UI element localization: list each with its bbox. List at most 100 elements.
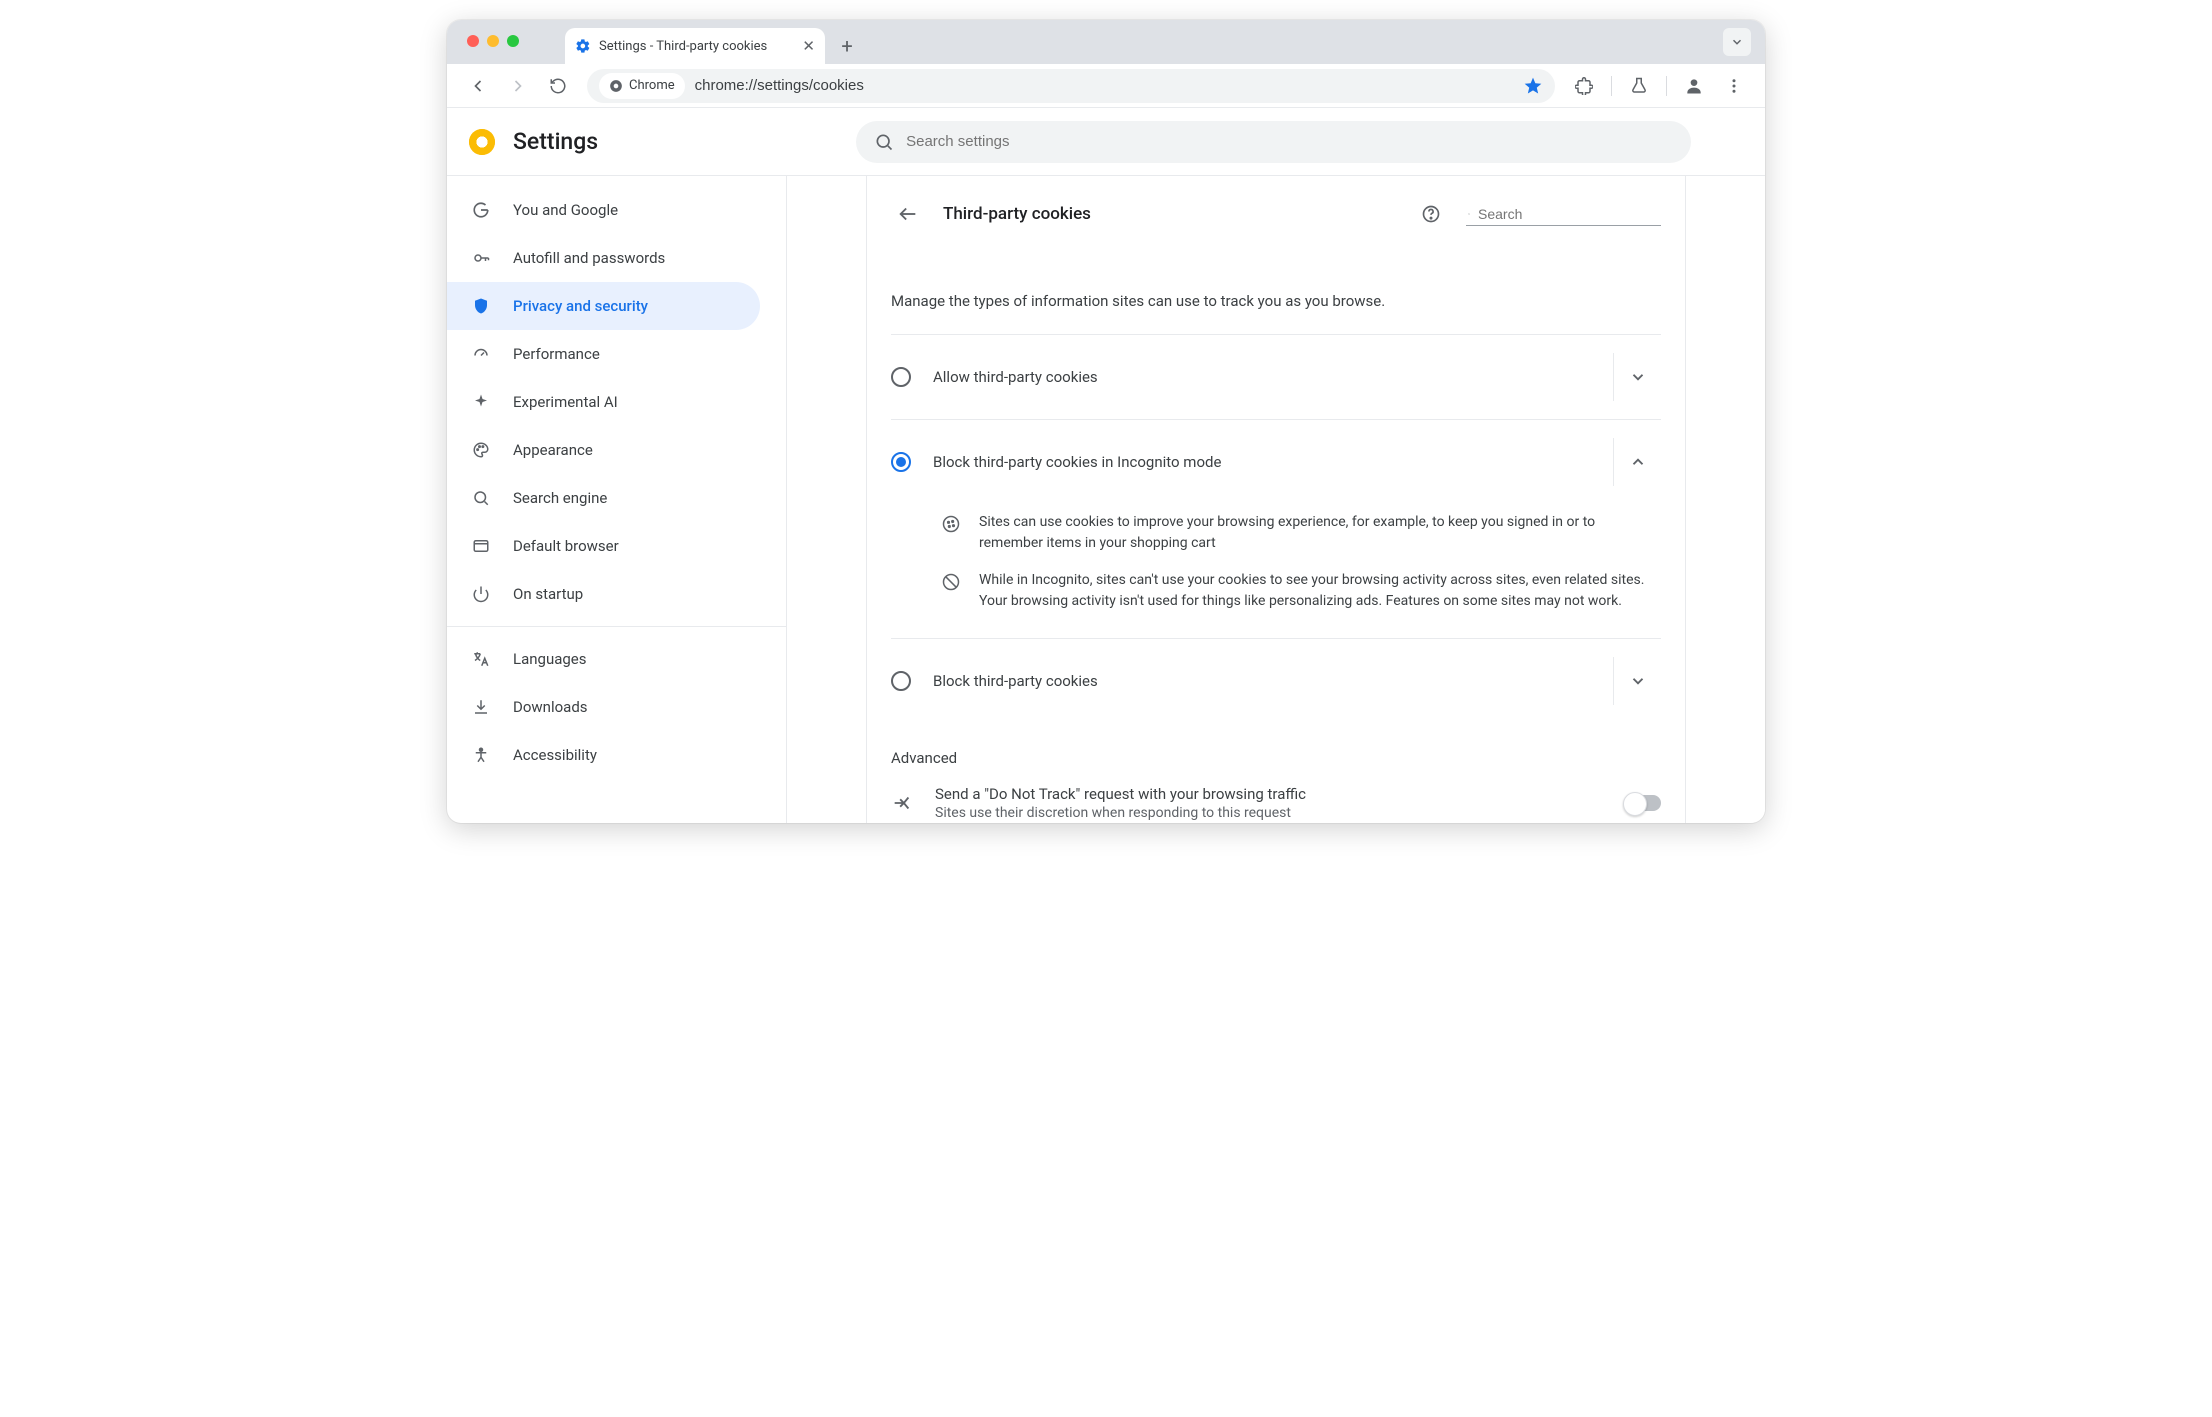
sidebar-item-label: Appearance <box>513 441 593 459</box>
option-allow-third-party[interactable]: Allow third-party cookies <box>891 335 1661 420</box>
sidebar-item-appearance[interactable]: Appearance <box>447 426 760 474</box>
expand-button[interactable] <box>1613 353 1661 401</box>
settings-gear-icon <box>575 38 591 54</box>
titlebar: Settings - Third-party cookies ✕ + <box>447 20 1765 64</box>
do-not-track-row[interactable]: Send a "Do Not Track" request with your … <box>891 767 1661 823</box>
power-icon <box>471 585 491 603</box>
help-button[interactable] <box>1414 197 1448 231</box>
bookmark-star-icon[interactable] <box>1523 76 1543 96</box>
labs-button[interactable] <box>1622 69 1656 103</box>
toolbar: Chrome <box>447 64 1765 108</box>
close-tab-icon[interactable]: ✕ <box>802 37 815 55</box>
fullscreen-window-button[interactable] <box>507 35 519 47</box>
sidebar-item-label: Downloads <box>513 698 588 716</box>
speedometer-icon <box>471 345 491 363</box>
toggle-subtitle: Sites use their discretion when respondi… <box>935 805 1605 821</box>
search-icon <box>1468 205 1470 223</box>
search-icon <box>471 489 491 507</box>
page-header: Third-party cookies <box>891 190 1661 238</box>
option-label: Allow third-party cookies <box>933 368 1581 386</box>
site-chip-label: Chrome <box>629 78 675 93</box>
chrome-logo-icon <box>609 79 623 93</box>
sidebar-item-search-engine[interactable]: Search engine <box>447 474 760 522</box>
block-icon <box>941 570 961 612</box>
search-settings-bar[interactable] <box>856 121 1691 163</box>
profile-button[interactable] <box>1677 69 1711 103</box>
radio-icon <box>891 452 911 472</box>
sidebar-item-autofill[interactable]: Autofill and passwords <box>447 234 760 282</box>
browser-window: Settings - Third-party cookies ✕ + Chrom… <box>447 20 1765 823</box>
page-back-button[interactable] <box>891 197 925 231</box>
sidebar-item-default-browser[interactable]: Default browser <box>447 522 760 570</box>
option-label: Block third-party cookies in Incognito m… <box>933 453 1581 471</box>
sidebar-item-label: Default browser <box>513 537 619 555</box>
sidebar-item-label: Accessibility <box>513 746 597 764</box>
sparkle-icon <box>471 393 491 411</box>
tab-overflow-button[interactable] <box>1723 28 1751 56</box>
nav-back-button[interactable] <box>461 69 495 103</box>
browser-icon <box>471 537 491 555</box>
browser-tab[interactable]: Settings - Third-party cookies ✕ <box>565 28 825 64</box>
expand-button[interactable] <box>1613 657 1661 705</box>
sidebar-item-label: Experimental AI <box>513 393 618 411</box>
radio-icon <box>891 671 911 691</box>
sidebar-item-you-and-google[interactable]: You and Google <box>447 186 760 234</box>
sidebar-item-label: On startup <box>513 585 583 603</box>
sidebar-item-languages[interactable]: Languages <box>447 635 760 683</box>
translate-icon <box>471 650 491 668</box>
google-g-icon <box>471 201 491 219</box>
sidebar-item-accessibility[interactable]: Accessibility <box>447 731 760 779</box>
content-panel: Third-party cookies Manage the types of … <box>866 176 1686 823</box>
option-block-third-party[interactable]: Block third-party cookies <box>891 639 1661 723</box>
sidebar: You and Google Autofill and passwords Pr… <box>447 176 787 823</box>
send-icon <box>891 792 915 814</box>
address-bar[interactable]: Chrome <box>587 69 1555 103</box>
sidebar-item-downloads[interactable]: Downloads <box>447 683 760 731</box>
settings-body: You and Google Autofill and passwords Pr… <box>447 176 1765 823</box>
tab-title: Settings - Third-party cookies <box>599 39 767 54</box>
settings-header: Settings <box>447 108 1765 176</box>
search-settings-input[interactable] <box>906 133 1673 150</box>
sidebar-item-label: Privacy and security <box>513 297 648 315</box>
page-title: Third-party cookies <box>943 204 1091 224</box>
reload-button[interactable] <box>541 69 575 103</box>
close-window-button[interactable] <box>467 35 479 47</box>
sidebar-item-on-startup[interactable]: On startup <box>447 570 760 618</box>
accessibility-icon <box>471 746 491 764</box>
do-not-track-toggle[interactable] <box>1625 795 1661 811</box>
cookie-options-group: Allow third-party cookies Block third-pa… <box>891 334 1661 723</box>
detail-text: Sites can use cookies to improve your br… <box>979 512 1661 554</box>
shield-icon <box>471 297 491 315</box>
collapse-button[interactable] <box>1613 438 1661 486</box>
new-tab-button[interactable]: + <box>833 32 861 60</box>
sidebar-item-performance[interactable]: Performance <box>447 330 760 378</box>
content-area: Third-party cookies Manage the types of … <box>787 176 1765 823</box>
page-search[interactable] <box>1466 203 1661 226</box>
chrome-product-icon <box>469 129 495 155</box>
sidebar-item-label: You and Google <box>513 201 618 219</box>
detail-row: Sites can use cookies to improve your br… <box>941 504 1661 562</box>
page-description: Manage the types of information sites ca… <box>891 292 1661 310</box>
key-icon <box>471 249 491 267</box>
search-icon <box>874 132 894 152</box>
window-controls <box>467 35 519 47</box>
option-block-incognito[interactable]: Block third-party cookies in Incognito m… <box>891 420 1661 504</box>
palette-icon <box>471 441 491 459</box>
sidebar-item-experimental-ai[interactable]: Experimental AI <box>447 378 760 426</box>
sidebar-item-label: Languages <box>513 650 587 668</box>
toolbar-separator <box>1611 76 1612 96</box>
url-input[interactable] <box>695 77 1513 94</box>
nav-forward-button[interactable] <box>501 69 535 103</box>
overflow-menu-button[interactable] <box>1717 69 1751 103</box>
site-chip[interactable]: Chrome <box>599 73 685 99</box>
extensions-button[interactable] <box>1567 69 1601 103</box>
radio-icon <box>891 367 911 387</box>
minimize-window-button[interactable] <box>487 35 499 47</box>
option-detail: Sites can use cookies to improve your br… <box>891 504 1661 639</box>
option-label: Block third-party cookies <box>933 672 1581 690</box>
advanced-section-label: Advanced <box>891 749 1661 767</box>
page-search-input[interactable] <box>1478 206 1659 222</box>
cookie-icon <box>941 512 961 554</box>
sidebar-item-privacy-security[interactable]: Privacy and security <box>447 282 760 330</box>
toolbar-separator <box>1666 76 1667 96</box>
